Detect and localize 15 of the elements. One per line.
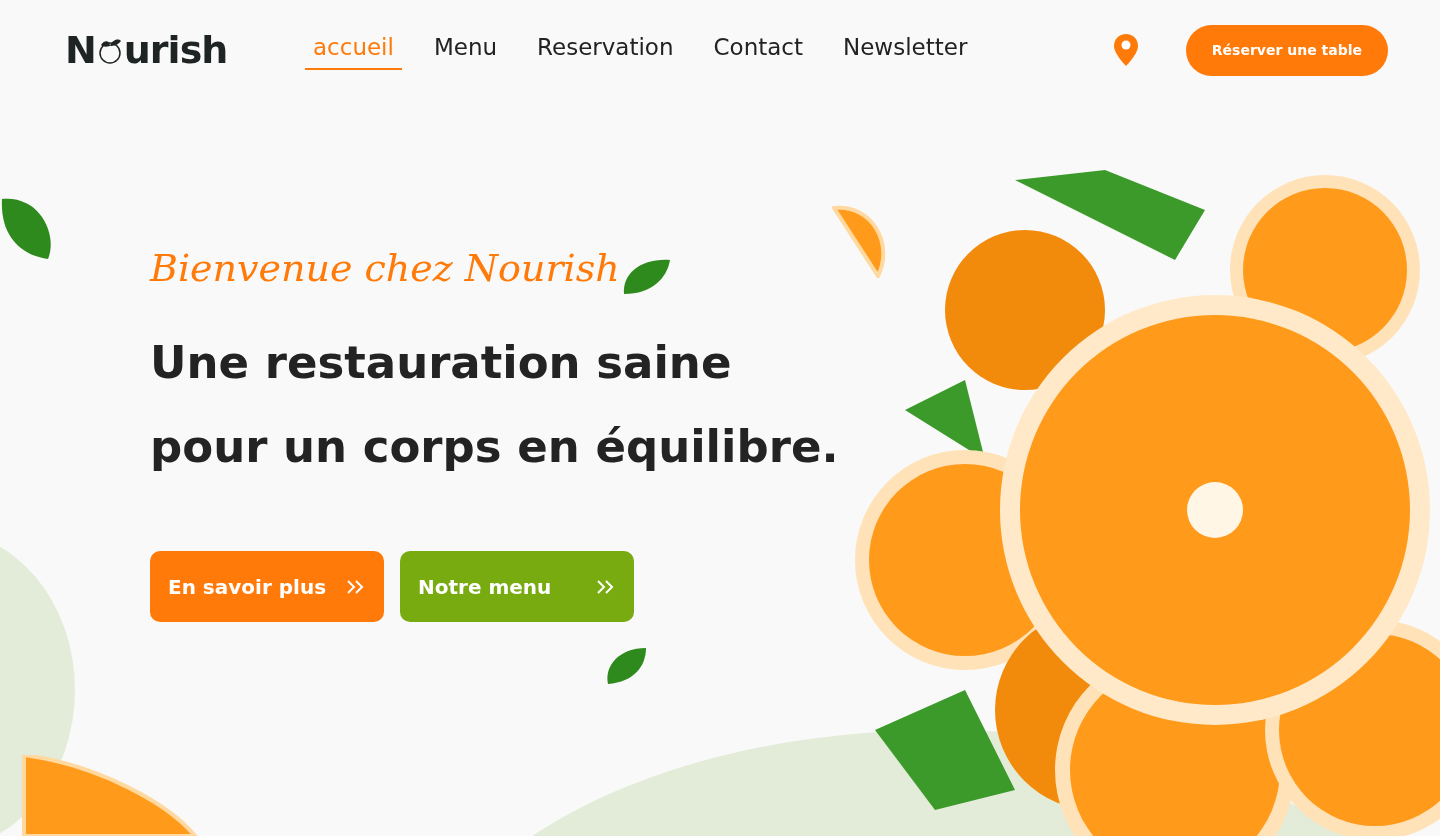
leaf-icon <box>622 258 672 296</box>
headline-text: Une restauration saine <box>150 335 733 391</box>
headline-text: pour un corps en équilibre. <box>150 419 840 475</box>
nav-link[interactable]: Contact <box>705 29 811 71</box>
location-pin-icon[interactable] <box>1113 34 1138 66</box>
logo-text: N <box>65 26 96 74</box>
leaf-icon <box>604 646 648 686</box>
double-chevron-icon <box>596 578 616 595</box>
nav-link[interactable]: Menu <box>425 29 506 71</box>
double-chevron-icon <box>346 578 366 595</box>
citrus-slice-icon <box>20 755 200 836</box>
logo-text: urish <box>123 26 228 74</box>
welcome-text: Bienvenue chez Nourish <box>150 245 620 292</box>
nav-link[interactable]: Reservation <box>529 29 682 71</box>
nav-link[interactable]: Newsletter <box>835 29 976 71</box>
